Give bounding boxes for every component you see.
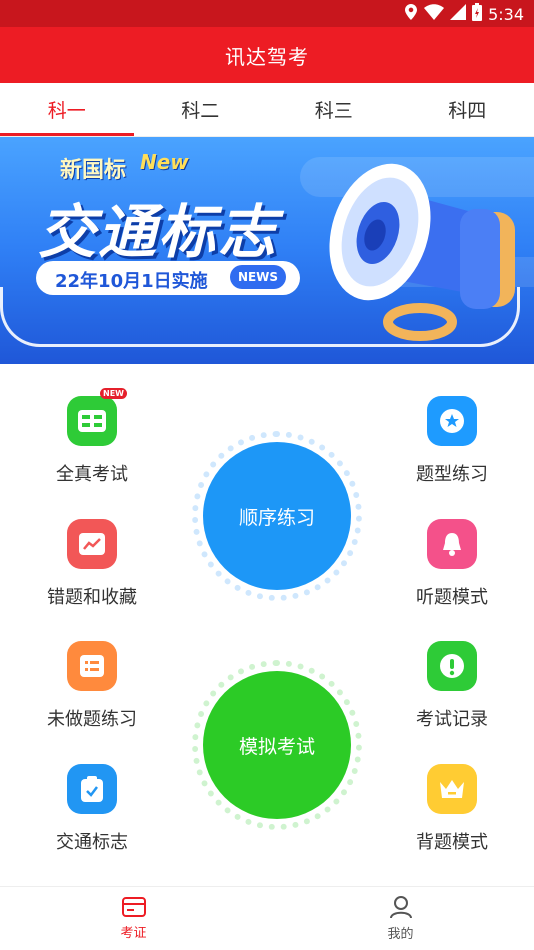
- person-icon: [389, 895, 413, 923]
- feature-traffic-signs[interactable]: 交通标志: [22, 764, 162, 854]
- megaphone-icon: [329, 163, 515, 341]
- mock-exam-button[interactable]: 模拟考试: [203, 671, 351, 819]
- tab-subject-4[interactable]: 科四: [401, 83, 534, 136]
- subject-tabs: 科一 科二 科三 科四: [0, 83, 534, 137]
- clipboard-check-icon: [67, 764, 117, 814]
- app-title: 讯达驾考: [225, 44, 309, 69]
- feature-label: 交通标志: [56, 832, 128, 853]
- feature-label: 考试记录: [416, 709, 488, 730]
- feature-listen-mode[interactable]: 听题模式: [382, 519, 522, 609]
- feature-label: 背题模式: [416, 832, 488, 853]
- nav-label: 考证: [120, 926, 147, 941]
- nav-item-mine[interactable]: 我的: [267, 887, 534, 950]
- status-time: 5:34: [488, 4, 524, 24]
- feature-recite-mode[interactable]: 背题模式: [382, 764, 522, 854]
- feature-label: 题型练习: [416, 464, 488, 485]
- crown-icon: [427, 764, 477, 814]
- banner-tag: 新国标: [60, 158, 127, 183]
- signal-icon: [450, 4, 467, 24]
- app-bar: 讯达驾考: [0, 27, 534, 83]
- feature-label: 全真考试: [56, 464, 128, 485]
- feature-full-exam[interactable]: NEW 全真考试: [22, 388, 162, 486]
- feature-label: 未做题练习: [47, 709, 137, 730]
- location-icon: [404, 4, 418, 24]
- bottom-nav: 考证 我的: [0, 886, 534, 950]
- feature-label: 听题模式: [416, 587, 488, 608]
- feature-undone-practice[interactable]: 未做题练习: [22, 641, 162, 731]
- banner-title: 交通标志: [38, 198, 279, 266]
- new-badge: NEW: [100, 388, 127, 399]
- status-icons: 5:34: [404, 3, 524, 25]
- nav-label: 我的: [387, 927, 414, 942]
- nav-item-license[interactable]: 考证: [0, 887, 267, 950]
- wifi-icon: [424, 4, 445, 24]
- tab-subject-1[interactable]: 科一: [0, 83, 134, 136]
- banner-subtitle: 22年10月1日实施: [55, 271, 208, 292]
- sequential-practice-button[interactable]: 顺序练习: [203, 442, 351, 590]
- feature-label: 错题和收藏: [47, 587, 137, 608]
- battery-icon: [472, 3, 483, 25]
- star-badge-icon: [427, 396, 477, 446]
- status-bar: 5:34: [0, 0, 534, 27]
- banner-new-tag: New: [140, 150, 189, 174]
- card-icon: [121, 896, 146, 922]
- bell-icon: [427, 519, 477, 569]
- promo-banner[interactable]: 新国标 New 交通标志 22年10月1日实施 NEWS: [0, 137, 534, 364]
- list-icon: [67, 641, 117, 691]
- trend-chart-icon: [67, 519, 117, 569]
- feature-question-type-practice[interactable]: 题型练习: [382, 396, 522, 486]
- tab-subject-2[interactable]: 科二: [134, 83, 268, 136]
- news-badge: NEWS: [230, 265, 286, 289]
- feature-wrong-and-favorites[interactable]: 错题和收藏: [22, 519, 162, 609]
- feature-exam-records[interactable]: 考试记录: [382, 641, 522, 731]
- tab-subject-3[interactable]: 科三: [267, 83, 401, 136]
- exclamation-icon: [427, 641, 477, 691]
- exam-card-icon: NEW: [67, 388, 127, 446]
